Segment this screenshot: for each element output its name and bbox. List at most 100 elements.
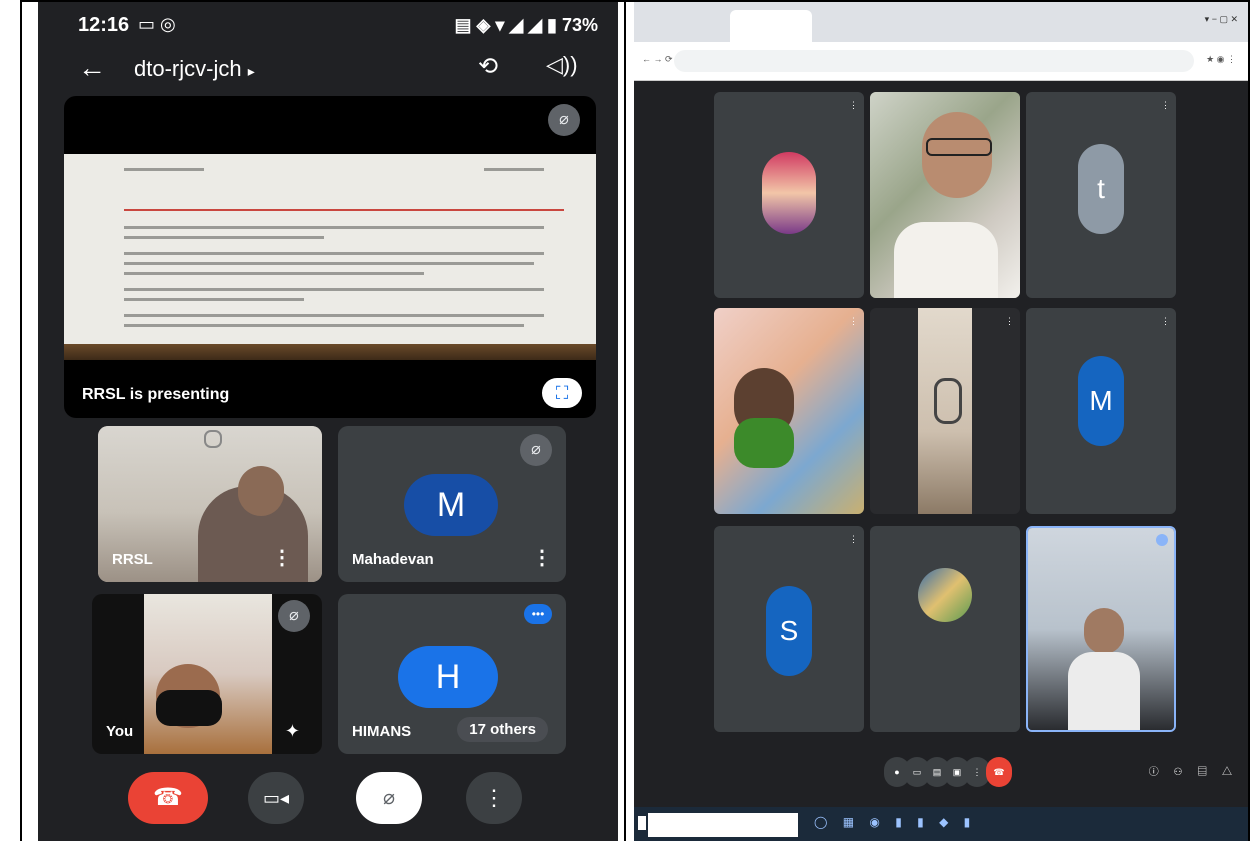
person-head bbox=[238, 466, 284, 516]
desktop-meet-screen: ▾ − ▢ ✕ ← → ⟳ ★ ◉ ⋮ ⋮ ⋮ t ⋮ ⋮ ⋮ M ⋮ S ● … bbox=[634, 2, 1248, 841]
meeting-code[interactable]: dto-rjcv-jch ▸ bbox=[134, 56, 255, 82]
status-time: 12:16 bbox=[78, 14, 130, 36]
panel-divider bbox=[624, 0, 626, 841]
more-options-icon[interactable]: ⋮ bbox=[532, 545, 552, 570]
doc-line bbox=[124, 298, 304, 301]
browser-tab-strip: ▾ − ▢ ✕ bbox=[634, 2, 1248, 42]
self-view-tile[interactable]: ⌀ You ✦ bbox=[92, 594, 322, 754]
grid-tile[interactable]: ⋮ bbox=[714, 308, 864, 514]
mic-off-icon: ⌀ bbox=[278, 600, 310, 632]
doc-line bbox=[484, 168, 544, 171]
status-bar: 12:16 ▭ ◎ ▤ ◈ ▾ ◢ ◢ ▮ 73% bbox=[38, 2, 618, 46]
presentation-tile[interactable]: ⌀ RRSL is presenting ⛶ bbox=[64, 96, 596, 418]
mic-off-icon: ⌀ bbox=[548, 104, 580, 136]
profile-picture bbox=[762, 152, 816, 234]
grid-tile[interactable] bbox=[870, 92, 1020, 298]
mic-toggle-button[interactable]: ⌀ bbox=[356, 772, 422, 824]
avatar: t bbox=[1078, 144, 1124, 234]
browser-tab[interactable] bbox=[640, 10, 738, 42]
shirt bbox=[894, 222, 998, 298]
more-options-icon[interactable]: ⋮ bbox=[1161, 100, 1170, 111]
doc-line bbox=[124, 288, 544, 291]
participant-tile-himans[interactable]: ••• H HIMANS 17 others bbox=[338, 594, 566, 754]
taskbar-search[interactable] bbox=[648, 813, 798, 837]
side-panel-icons[interactable]: ⓘ ⚇ ▤ △ bbox=[1149, 763, 1238, 778]
more-vert-icon: ⋮ bbox=[483, 785, 505, 810]
avatar: S bbox=[766, 586, 812, 676]
more-options-icon[interactable]: ⋮ bbox=[1161, 316, 1170, 327]
doc-line bbox=[124, 262, 534, 265]
video-camera-icon: ▭ bbox=[912, 767, 922, 777]
avatar: M bbox=[404, 474, 498, 536]
grid-tile[interactable] bbox=[870, 526, 1020, 732]
person-body bbox=[1068, 652, 1140, 730]
leave-call-button[interactable]: ☎ bbox=[986, 757, 1012, 787]
shared-document bbox=[64, 154, 596, 344]
camera-toggle-button[interactable]: ▭◂ bbox=[248, 772, 304, 824]
doc-line bbox=[124, 252, 544, 255]
participant-name: RRSL bbox=[112, 551, 153, 568]
doc-line bbox=[124, 272, 424, 275]
extension-icons[interactable]: ★ ◉ ⋮ bbox=[1206, 54, 1236, 65]
floor-strip bbox=[64, 344, 596, 360]
grid-tile[interactable]: ⋮ S bbox=[714, 526, 864, 732]
more-options-icon[interactable]: ⋮ bbox=[849, 100, 858, 111]
doc-line bbox=[124, 236, 324, 239]
more-options-icon[interactable]: ⋮ bbox=[849, 534, 858, 545]
signal-icons: ▤ ◈ ▾ ◢ ◢ ▮ bbox=[454, 15, 562, 35]
browser-tab-active[interactable] bbox=[730, 10, 812, 42]
more-options-icon[interactable]: ⋮ bbox=[849, 316, 858, 327]
captions-icon: ▤ bbox=[932, 767, 942, 777]
more-options-icon[interactable]: ⋮ bbox=[272, 545, 292, 570]
battery-percent: 73% bbox=[561, 15, 598, 35]
participant-tile-rrsl[interactable]: RRSL ⋮ bbox=[98, 426, 322, 582]
participant-tile-mahadevan[interactable]: ⌀ M Mahadevan ⋮ bbox=[338, 426, 566, 582]
present-icon: ▣ bbox=[952, 767, 962, 777]
back-arrow-icon[interactable]: ← bbox=[78, 52, 106, 84]
participant-name: Mahadevan bbox=[352, 551, 434, 568]
hang-up-icon: ☎ bbox=[153, 784, 183, 811]
participant-name: HIMANS bbox=[352, 723, 412, 740]
doc-line bbox=[124, 324, 524, 327]
grid-tile-active[interactable] bbox=[1026, 526, 1176, 732]
speaker-icon[interactable]: ◁)) bbox=[546, 52, 578, 78]
end-call-button[interactable]: ☎ bbox=[128, 772, 208, 824]
more-options-icon[interactable]: ⋮ bbox=[1005, 316, 1014, 327]
mobile-meet-screen: 12:16 ▭ ◎ ▤ ◈ ▾ ◢ ◢ ▮ 73% ← dto-rjcv-jch… bbox=[38, 2, 618, 841]
windows-start-icon[interactable] bbox=[638, 816, 646, 830]
doc-rule bbox=[124, 209, 564, 211]
pinned-app-icons[interactable]: ◯ ▦ ◉ ▮ ▮ ◆ ▮ bbox=[814, 815, 976, 829]
presenting-label: RRSL is presenting bbox=[82, 386, 230, 403]
address-bar[interactable] bbox=[674, 50, 1194, 72]
others-count-badge[interactable]: 17 others bbox=[457, 717, 548, 742]
face-mask bbox=[156, 690, 222, 726]
chevron-right-icon: ▸ bbox=[247, 63, 255, 79]
switch-camera-icon[interactable]: ⟲ bbox=[478, 52, 498, 81]
video-camera-icon: ▭◂ bbox=[262, 788, 290, 808]
effects-icon[interactable]: ✦ bbox=[285, 721, 300, 742]
window-controls[interactable]: ▾ − ▢ ✕ bbox=[1205, 14, 1238, 25]
meeting-app-bar: ← dto-rjcv-jch ▸ ⟲ ◁)) bbox=[38, 46, 618, 92]
mic-off-icon: ⌀ bbox=[382, 787, 396, 809]
hang-up-icon: ☎ bbox=[993, 767, 1005, 777]
windows-taskbar: ◯ ▦ ◉ ▮ ▮ ◆ ▮ bbox=[634, 807, 1248, 841]
wall-clock bbox=[204, 430, 222, 448]
fullscreen-button[interactable]: ⛶ bbox=[542, 378, 582, 408]
nav-buttons[interactable]: ← → ⟳ bbox=[642, 54, 673, 65]
face-mask bbox=[734, 418, 794, 468]
speaking-indicator: ••• bbox=[524, 604, 552, 624]
participant-name: You bbox=[106, 723, 134, 740]
more-vert-icon: ⋮ bbox=[972, 767, 982, 777]
meet-control-bar: ● ▭ ▤ ▣ ⋮ ☎ ⓘ ⚇ ▤ △ bbox=[634, 737, 1248, 807]
fullscreen-icon: ⛶ bbox=[555, 383, 569, 403]
grid-tile[interactable]: ⋮ bbox=[714, 92, 864, 298]
more-options-button[interactable]: ⋮ bbox=[466, 772, 522, 824]
doc-line bbox=[124, 226, 544, 229]
grid-tile[interactable]: ⋮ bbox=[870, 308, 1020, 514]
doc-line bbox=[124, 168, 204, 171]
avatar: H bbox=[398, 646, 498, 708]
grid-tile[interactable]: ⋮ M bbox=[1026, 308, 1176, 514]
browser-tab[interactable] bbox=[804, 10, 846, 42]
grid-tile[interactable]: ⋮ t bbox=[1026, 92, 1176, 298]
headphone-shape bbox=[934, 378, 962, 424]
